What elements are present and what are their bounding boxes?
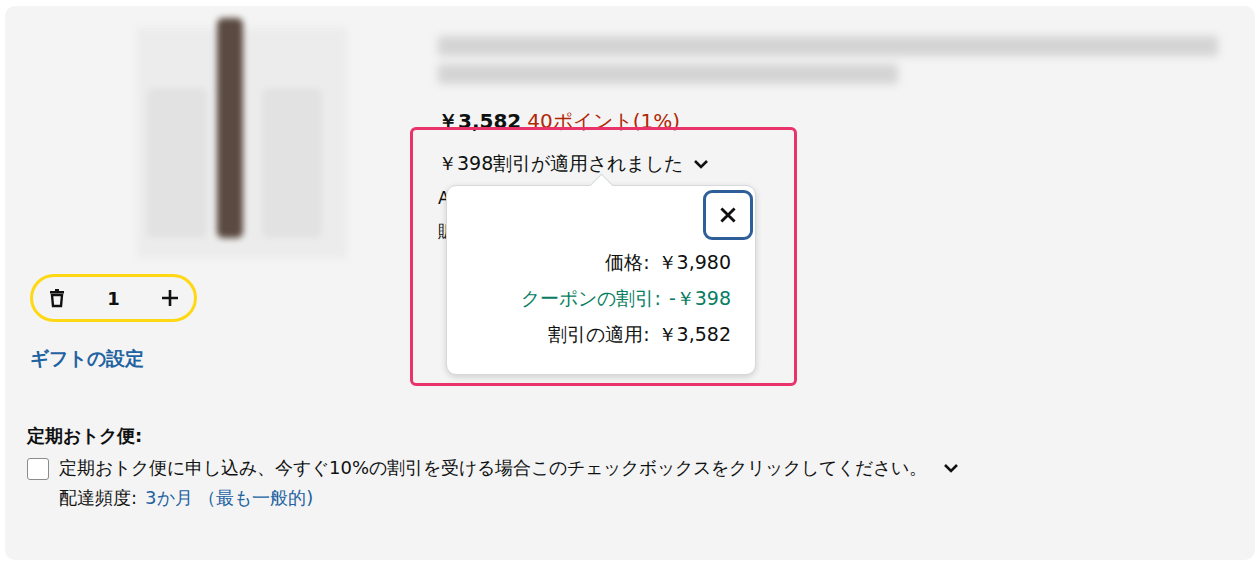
delivery-frequency: 配達頻度:3か月 （最も一般的) bbox=[59, 486, 961, 510]
price-row: ￥3,58240ポイント(1%) bbox=[438, 108, 1233, 135]
quantity-value: 1 bbox=[107, 288, 120, 309]
popover-row: クーポンの割引:-￥398 bbox=[467, 280, 731, 316]
trash-icon[interactable] bbox=[47, 288, 67, 308]
chevron-down-icon[interactable] bbox=[941, 458, 961, 478]
product-image[interactable] bbox=[137, 28, 347, 258]
popover-row: 価格:￥3,980 bbox=[467, 244, 731, 280]
frequency-link[interactable]: 3か月 （最も一般的) bbox=[145, 486, 313, 510]
subscribe-text: 定期おトク便に申し込み、今すぐ10%の割引を受ける場合このチェックボックスをクリ… bbox=[59, 456, 927, 480]
discount-toggle[interactable]: ￥398割引が適用されました bbox=[438, 151, 1233, 177]
quantity-stepper: 1 bbox=[30, 274, 197, 322]
cart-item: 1ギフトの設定￥3,58240ポイント(1%)￥398割引が適用されましたAma… bbox=[5, 6, 1255, 560]
gift-link[interactable]: ギフトの設定 bbox=[30, 346, 438, 372]
price: ￥3,582 bbox=[438, 108, 521, 135]
close-button[interactable] bbox=[703, 190, 753, 240]
chevron-down-icon[interactable] bbox=[691, 154, 711, 174]
subscription-title: 定期おトク便: bbox=[27, 424, 1233, 448]
subscribe-checkbox[interactable] bbox=[27, 458, 49, 480]
close-icon[interactable] bbox=[717, 204, 739, 226]
subscription: 定期おトク便: 定期おトク便に申し込み、今すぐ10%の割引を受ける場合このチェック… bbox=[27, 424, 1233, 510]
discount-popover: 価格:￥3,980クーポンの割引:-￥398割引の適用:￥3,582 bbox=[446, 185, 756, 375]
points: 40ポイント(1%) bbox=[527, 108, 680, 135]
plus-icon[interactable] bbox=[160, 288, 180, 308]
popover-row: 割引の適用:￥3,582 bbox=[467, 316, 731, 352]
product-title[interactable] bbox=[438, 36, 1218, 106]
